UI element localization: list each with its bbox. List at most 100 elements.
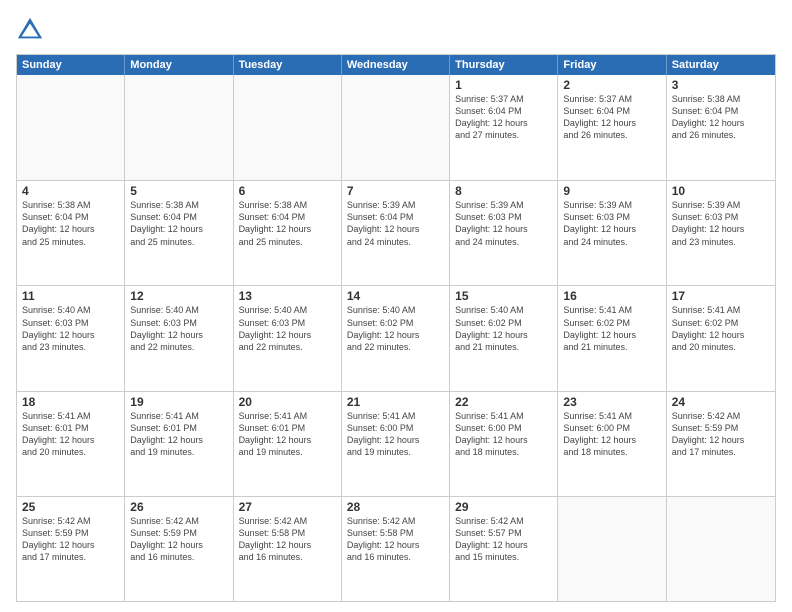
calendar-day-8: 8Sunrise: 5:39 AM Sunset: 6:03 PM Daylig…: [450, 181, 558, 285]
day-info: Sunrise: 5:41 AM Sunset: 6:00 PM Dayligh…: [563, 410, 660, 459]
day-info: Sunrise: 5:42 AM Sunset: 5:59 PM Dayligh…: [130, 515, 227, 564]
calendar-day-13: 13Sunrise: 5:40 AM Sunset: 6:03 PM Dayli…: [234, 286, 342, 390]
calendar-day-21: 21Sunrise: 5:41 AM Sunset: 6:00 PM Dayli…: [342, 392, 450, 496]
day-number: 2: [563, 78, 660, 92]
day-number: 1: [455, 78, 552, 92]
calendar-day-24: 24Sunrise: 5:42 AM Sunset: 5:59 PM Dayli…: [667, 392, 775, 496]
day-info: Sunrise: 5:41 AM Sunset: 6:01 PM Dayligh…: [239, 410, 336, 459]
calendar-day-2: 2Sunrise: 5:37 AM Sunset: 6:04 PM Daylig…: [558, 75, 666, 180]
logo-icon: [16, 16, 44, 44]
day-number: 3: [672, 78, 770, 92]
day-number: 4: [22, 184, 119, 198]
calendar-week-2: 4 Sunrise: 5:38 AM Sunset: 6:04 PM Daylig…: [17, 180, 775, 285]
day-number: 22: [455, 395, 552, 409]
day-info: Sunrise: 5:42 AM Sunset: 5:58 PM Dayligh…: [347, 515, 444, 564]
day-info: Sunrise: 5:41 AM Sunset: 6:00 PM Dayligh…: [347, 410, 444, 459]
page: SundayMondayTuesdayWednesdayThursdayFrid…: [0, 0, 792, 612]
day-info: Sunrise: 5:38 AM Sunset: 6:04 PM Dayligh…: [239, 199, 336, 248]
day-info: Sunrise: 5:40 AM Sunset: 6:03 PM Dayligh…: [130, 304, 227, 353]
day-number: 19: [130, 395, 227, 409]
calendar-day-1: 1Sunrise: 5:37 AM Sunset: 6:04 PM Daylig…: [450, 75, 558, 180]
calendar-day-7: 7Sunrise: 5:39 AM Sunset: 6:04 PM Daylig…: [342, 181, 450, 285]
day-info: Sunrise: 5:39 AM Sunset: 6:03 PM Dayligh…: [455, 199, 552, 248]
calendar-day-18: 18Sunrise: 5:41 AM Sunset: 6:01 PM Dayli…: [17, 392, 125, 496]
day-number: 16: [563, 289, 660, 303]
calendar-empty-cell: [234, 75, 342, 180]
day-info: Sunrise: 5:41 AM Sunset: 6:02 PM Dayligh…: [563, 304, 660, 353]
day-info: Sunrise: 5:37 AM Sunset: 6:04 PM Dayligh…: [455, 93, 552, 142]
calendar-empty-cell: [17, 75, 125, 180]
day-number: 28: [347, 500, 444, 514]
calendar-day-15: 15Sunrise: 5:40 AM Sunset: 6:02 PM Dayli…: [450, 286, 558, 390]
calendar-day-3: 3Sunrise: 5:38 AM Sunset: 6:04 PM Daylig…: [667, 75, 775, 180]
day-number: 20: [239, 395, 336, 409]
calendar-day-9: 9Sunrise: 5:39 AM Sunset: 6:03 PM Daylig…: [558, 181, 666, 285]
calendar-day-10: 10Sunrise: 5:39 AM Sunset: 6:03 PM Dayli…: [667, 181, 775, 285]
day-number: 5: [130, 184, 227, 198]
day-info: Sunrise: 5:40 AM Sunset: 6:03 PM Dayligh…: [22, 304, 119, 353]
day-info: Sunrise: 5:39 AM Sunset: 6:03 PM Dayligh…: [563, 199, 660, 248]
day-info: Sunrise: 5:40 AM Sunset: 6:03 PM Dayligh…: [239, 304, 336, 353]
calendar-day-27: 27Sunrise: 5:42 AM Sunset: 5:58 PM Dayli…: [234, 497, 342, 601]
day-info: Sunrise: 5:37 AM Sunset: 6:04 PM Dayligh…: [563, 93, 660, 142]
calendar-week-1: 1Sunrise: 5:37 AM Sunset: 6:04 PM Daylig…: [17, 75, 775, 180]
day-header-thursday: Thursday: [450, 55, 558, 75]
day-info: Sunrise: 5:39 AM Sunset: 6:04 PM Dayligh…: [347, 199, 444, 248]
day-info: Sunrise: 5:38 AM Sunset: 6:04 PM Dayligh…: [130, 199, 227, 248]
day-header-monday: Monday: [125, 55, 233, 75]
day-number: 7: [347, 184, 444, 198]
calendar: SundayMondayTuesdayWednesdayThursdayFrid…: [16, 54, 776, 602]
day-header-tuesday: Tuesday: [234, 55, 342, 75]
calendar-header: SundayMondayTuesdayWednesdayThursdayFrid…: [17, 55, 775, 75]
calendar-day-16: 16Sunrise: 5:41 AM Sunset: 6:02 PM Dayli…: [558, 286, 666, 390]
calendar-day-4: 4Sunrise: 5:38 AM Sunset: 6:04 PM Daylig…: [17, 181, 125, 285]
calendar-day-25: 25Sunrise: 5:42 AM Sunset: 5:59 PM Dayli…: [17, 497, 125, 601]
calendar-week-4: 18Sunrise: 5:41 AM Sunset: 6:01 PM Dayli…: [17, 391, 775, 496]
day-number: 29: [455, 500, 552, 514]
day-number: 13: [239, 289, 336, 303]
calendar-day-12: 12Sunrise: 5:40 AM Sunset: 6:03 PM Dayli…: [125, 286, 233, 390]
day-info: Sunrise: 5:42 AM Sunset: 5:59 PM Dayligh…: [22, 515, 119, 564]
calendar-day-28: 28Sunrise: 5:42 AM Sunset: 5:58 PM Dayli…: [342, 497, 450, 601]
calendar-empty-cell: [558, 497, 666, 601]
day-number: 23: [563, 395, 660, 409]
day-info: Sunrise: 5:42 AM Sunset: 5:59 PM Dayligh…: [672, 410, 770, 459]
day-number: 14: [347, 289, 444, 303]
calendar-empty-cell: [125, 75, 233, 180]
day-info: Sunrise: 5:40 AM Sunset: 6:02 PM Dayligh…: [347, 304, 444, 353]
header: [16, 16, 776, 44]
calendar-day-17: 17Sunrise: 5:41 AM Sunset: 6:02 PM Dayli…: [667, 286, 775, 390]
day-number: 8: [455, 184, 552, 198]
day-info: Sunrise: 5:41 AM Sunset: 6:02 PM Dayligh…: [672, 304, 770, 353]
day-number: 18: [22, 395, 119, 409]
day-number: 24: [672, 395, 770, 409]
day-header-friday: Friday: [558, 55, 666, 75]
calendar-body: 1Sunrise: 5:37 AM Sunset: 6:04 PM Daylig…: [17, 75, 775, 601]
day-number: 11: [22, 289, 119, 303]
day-number: 17: [672, 289, 770, 303]
calendar-day-14: 14Sunrise: 5:40 AM Sunset: 6:02 PM Dayli…: [342, 286, 450, 390]
calendar-day-22: 22Sunrise: 5:41 AM Sunset: 6:00 PM Dayli…: [450, 392, 558, 496]
calendar-week-3: 11Sunrise: 5:40 AM Sunset: 6:03 PM Dayli…: [17, 285, 775, 390]
calendar-day-29: 29Sunrise: 5:42 AM Sunset: 5:57 PM Dayli…: [450, 497, 558, 601]
logo: [16, 16, 50, 44]
day-info: Sunrise: 5:42 AM Sunset: 5:58 PM Dayligh…: [239, 515, 336, 564]
calendar-day-26: 26Sunrise: 5:42 AM Sunset: 5:59 PM Dayli…: [125, 497, 233, 601]
day-info: Sunrise: 5:39 AM Sunset: 6:03 PM Dayligh…: [672, 199, 770, 248]
day-number: 25: [22, 500, 119, 514]
day-number: 15: [455, 289, 552, 303]
calendar-day-19: 19Sunrise: 5:41 AM Sunset: 6:01 PM Dayli…: [125, 392, 233, 496]
calendar-day-20: 20Sunrise: 5:41 AM Sunset: 6:01 PM Dayli…: [234, 392, 342, 496]
calendar-empty-cell: [667, 497, 775, 601]
day-number: 12: [130, 289, 227, 303]
day-number: 26: [130, 500, 227, 514]
day-header-wednesday: Wednesday: [342, 55, 450, 75]
day-info: Sunrise: 5:41 AM Sunset: 6:01 PM Dayligh…: [130, 410, 227, 459]
day-info: Sunrise: 5:41 AM Sunset: 6:01 PM Dayligh…: [22, 410, 119, 459]
day-info: Sunrise: 5:41 AM Sunset: 6:00 PM Dayligh…: [455, 410, 552, 459]
day-header-sunday: Sunday: [17, 55, 125, 75]
day-info: Sunrise: 5:42 AM Sunset: 5:57 PM Dayligh…: [455, 515, 552, 564]
day-number: 10: [672, 184, 770, 198]
calendar-day-11: 11Sunrise: 5:40 AM Sunset: 6:03 PM Dayli…: [17, 286, 125, 390]
day-number: 21: [347, 395, 444, 409]
